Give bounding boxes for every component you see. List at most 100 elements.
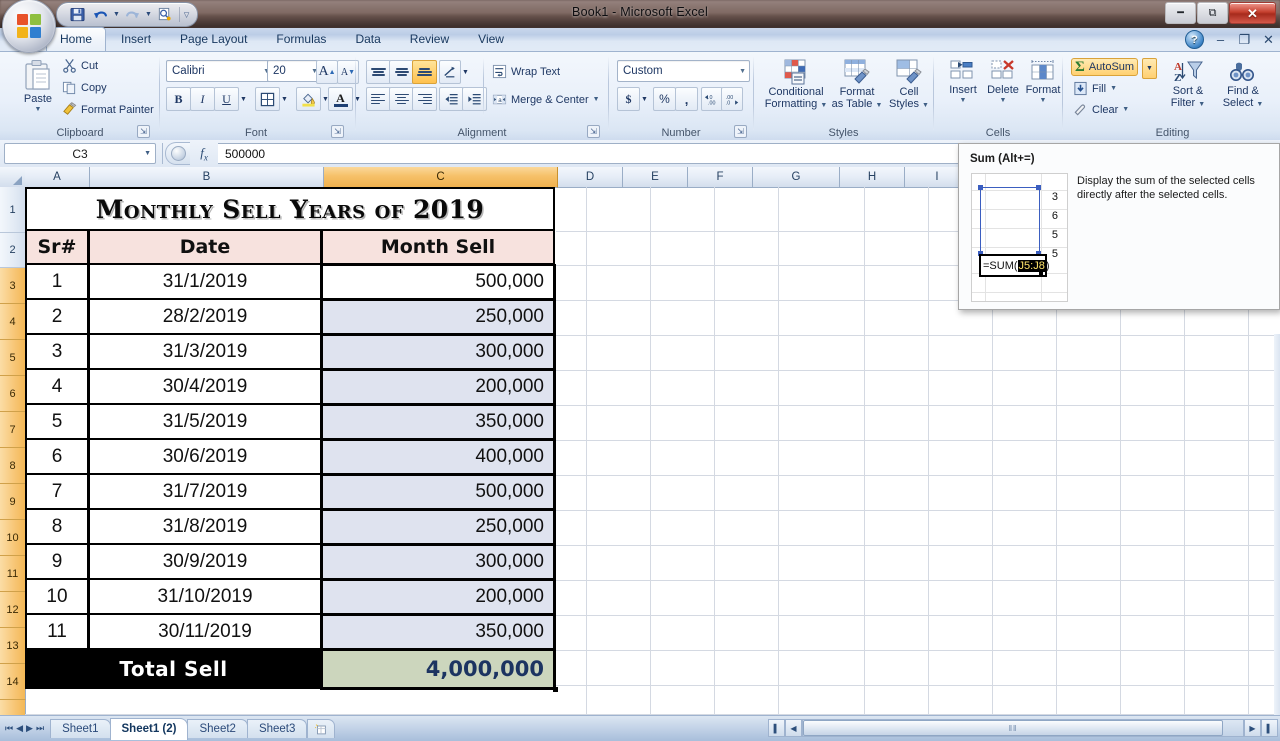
autosum-dropdown-arrow[interactable]: ▼ (1142, 58, 1157, 79)
row-header-8[interactable]: 8 (0, 448, 26, 484)
borders-button[interactable] (255, 87, 280, 111)
sheet-tab-sheet2[interactable]: Sheet2 (187, 719, 248, 738)
copy-button[interactable]: Copy (62, 80, 154, 95)
row-header-10[interactable]: 10 (0, 520, 26, 556)
row-header-1[interactable]: 1 (0, 187, 26, 233)
cell-date-7[interactable]: 31/7/2019 (88, 475, 322, 510)
cell-value-10[interactable]: 200,000 (321, 580, 555, 615)
cell-sr-11[interactable]: 11 (25, 615, 89, 650)
row-header-4[interactable]: 4 (0, 304, 26, 340)
row-header-15[interactable]: 15 (0, 700, 26, 715)
name-box[interactable]: C3 ▼ (4, 143, 156, 164)
cell-sr-7[interactable]: 7 (25, 475, 89, 510)
cell-value-2[interactable]: 250,000 (321, 300, 555, 335)
header-cell-month-sell[interactable]: Month Sell (321, 231, 555, 265)
help-icon[interactable]: ? (1185, 30, 1204, 49)
fill-handle[interactable] (553, 687, 558, 692)
format-as-table-button[interactable]: Format as Table ▼ (826, 56, 888, 114)
horizontal-scrollbar[interactable]: ▌ ◀ ‖‖ ▶ ▌ (768, 719, 1278, 737)
underline-button[interactable]: U (214, 87, 239, 111)
decrease-decimal-button[interactable]: .00 .0 (721, 87, 743, 111)
tab-formulas[interactable]: Formulas (262, 27, 340, 51)
column-header-d[interactable]: D (558, 167, 623, 188)
row-header-2[interactable]: 2 (0, 233, 26, 268)
row-header-14[interactable]: 14 (0, 664, 26, 700)
alignment-dialog-launcher[interactable]: ⇲ (587, 125, 600, 138)
sheet-tab-sheet1-2[interactable]: Sheet1 (2) (109, 717, 189, 740)
borders-dropdown-arrow[interactable]: ▼ (278, 87, 291, 111)
increase-decimal-button[interactable]: .0 .00 (701, 87, 723, 111)
doc-close-button[interactable]: ✕ (1261, 32, 1276, 48)
autosum-button[interactable]: Σ AutoSum (1071, 58, 1139, 76)
align-center-button[interactable] (389, 87, 414, 111)
font-name-combo[interactable]: Calibri ▼ (166, 60, 274, 82)
decrease-indent-button[interactable] (439, 87, 464, 111)
cell-sr-9[interactable]: 9 (25, 545, 89, 580)
cell-date-1[interactable]: 31/1/2019 (88, 265, 322, 300)
undo-button[interactable] (90, 5, 111, 24)
scroll-left-edge-button[interactable]: ▌ (768, 719, 785, 737)
orientation-button[interactable] (439, 60, 461, 84)
top-align-button[interactable] (366, 60, 391, 84)
vertical-scrollbar-region[interactable] (1274, 334, 1280, 715)
row-header-13[interactable]: 13 (0, 628, 26, 664)
window-restore-button[interactable]: ⧉ (1197, 2, 1228, 24)
cell-sr-5[interactable]: 5 (25, 405, 89, 440)
grow-font-button[interactable]: A ▲ (316, 60, 338, 84)
cell-date-8[interactable]: 31/8/2019 (88, 510, 322, 545)
column-header-h[interactable]: H (840, 167, 905, 188)
paste-button[interactable]: Paste ▼ (8, 56, 68, 116)
last-sheet-button[interactable]: ⏭ (36, 723, 44, 734)
align-left-button[interactable] (366, 87, 391, 111)
tab-view[interactable]: View (464, 27, 518, 51)
font-dialog-launcher[interactable]: ⇲ (331, 125, 344, 138)
cell-date-5[interactable]: 31/5/2019 (88, 405, 322, 440)
column-header-f[interactable]: F (688, 167, 753, 188)
row-header-6[interactable]: 6 (0, 376, 26, 412)
cell-date-10[interactable]: 31/10/2019 (88, 580, 322, 615)
tab-data[interactable]: Data (341, 27, 394, 51)
undo-dropdown-arrow[interactable]: ▼ (113, 11, 120, 18)
select-all-button[interactable] (0, 167, 26, 188)
clear-dropdown-arrow[interactable]: ▼ (1122, 106, 1129, 113)
print-preview-button[interactable] (154, 5, 175, 24)
font-color-button[interactable]: A (328, 87, 353, 111)
number-format-combo[interactable]: Custom ▼ (617, 60, 750, 82)
column-header-a[interactable]: A (25, 167, 90, 188)
redo-button[interactable] (122, 5, 143, 24)
worksheet-title-cell[interactable]: Monthly Sell Years of 2019 (25, 187, 555, 231)
insert-function-button[interactable]: fx (190, 145, 218, 163)
formula-bar-handle[interactable] (165, 142, 190, 165)
tab-review[interactable]: Review (396, 27, 463, 51)
scroll-left-button[interactable]: ◀ (785, 719, 802, 737)
row-header-7[interactable]: 7 (0, 412, 26, 448)
find-select-button[interactable]: Find & Select ▼ (1212, 56, 1274, 113)
cell-value-9[interactable]: 300,000 (321, 545, 555, 580)
underline-dropdown-arrow[interactable]: ▼ (237, 87, 250, 111)
clear-button[interactable]: Clear ▼ (1073, 102, 1129, 117)
total-label-cell[interactable]: Total Sell (25, 650, 322, 689)
merge-center-button[interactable]: a Merge & Center ▼ (492, 92, 600, 107)
sheet-tab-sheet1[interactable]: Sheet1 (50, 719, 111, 738)
align-right-button[interactable] (412, 87, 437, 111)
format-painter-button[interactable]: Format Painter (62, 102, 154, 117)
wrap-text-button[interactable]: Wrap Text (492, 64, 560, 79)
merge-center-dropdown-arrow[interactable]: ▼ (593, 96, 600, 103)
cell-sr-2[interactable]: 2 (25, 300, 89, 335)
bold-button[interactable]: B (166, 87, 191, 111)
fill-dropdown-arrow[interactable]: ▼ (1110, 85, 1117, 92)
cell-styles-button[interactable]: Cell Styles ▼ (882, 56, 936, 114)
comma-style-button[interactable]: , (675, 87, 698, 111)
italic-button[interactable]: I (190, 87, 215, 111)
percent-button[interactable]: % (653, 87, 676, 111)
column-header-c[interactable]: C (324, 167, 558, 188)
cell-sr-4[interactable]: 4 (25, 370, 89, 405)
first-sheet-button[interactable]: ⏮ (5, 723, 13, 734)
bottom-align-button[interactable] (412, 60, 437, 84)
cell-sr-1[interactable]: 1 (25, 265, 89, 300)
cell-sr-8[interactable]: 8 (25, 510, 89, 545)
cell-date-11[interactable]: 30/11/2019 (88, 615, 322, 650)
cell-sr-6[interactable]: 6 (25, 440, 89, 475)
row-header-3[interactable]: 3 (0, 268, 26, 304)
tab-insert[interactable]: Insert (107, 27, 165, 51)
